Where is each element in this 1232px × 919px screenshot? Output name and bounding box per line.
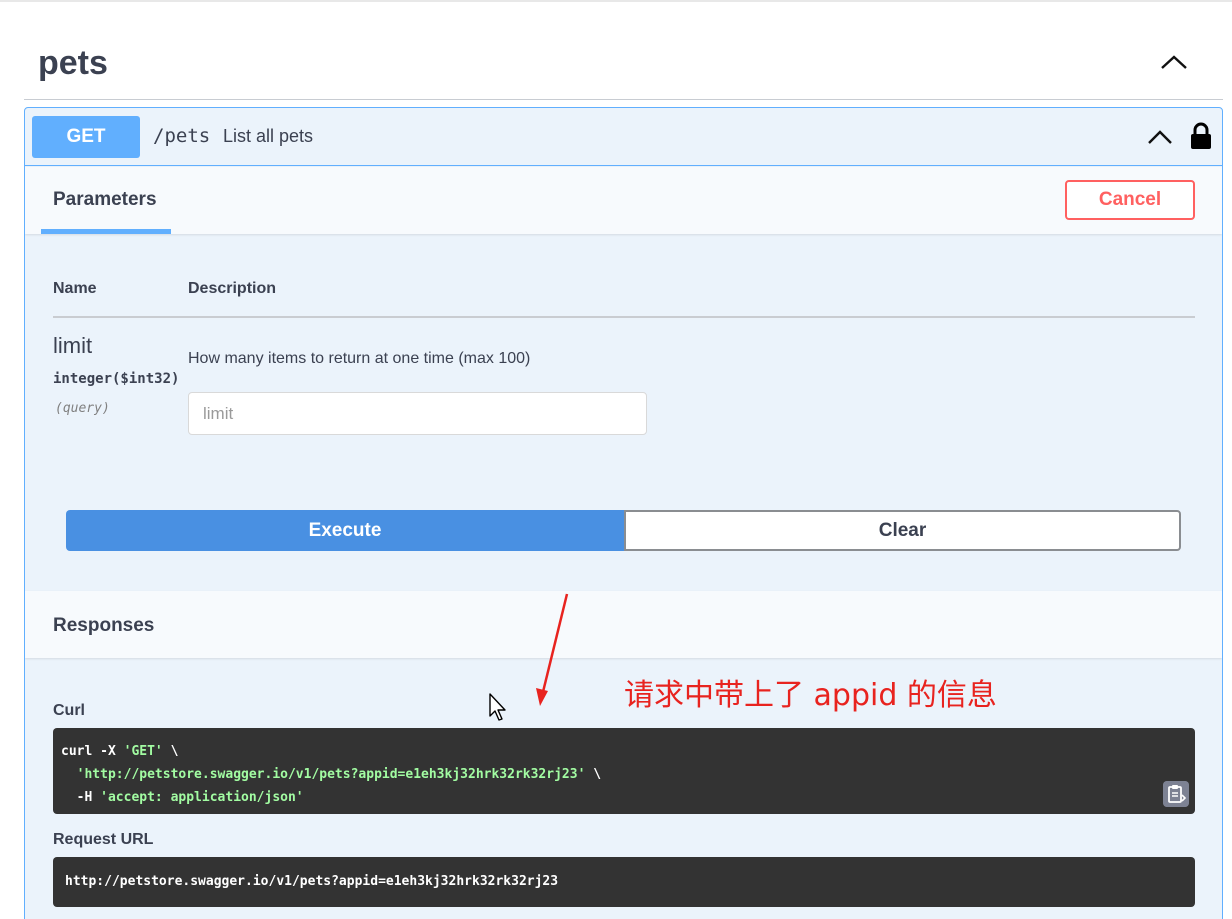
param-description: How many items to return at one time (ma…	[188, 350, 531, 367]
tab-active-indicator	[41, 229, 171, 234]
clipboard-copy-icon[interactable]	[1163, 781, 1189, 807]
method-badge: GET	[32, 116, 140, 158]
param-location: (query)	[55, 401, 110, 416]
curl-label: Curl	[53, 702, 85, 719]
curl-cmd: curl -X	[61, 744, 124, 759]
table-divider	[53, 316, 1195, 318]
curl-continuation: \	[585, 767, 602, 782]
tag-title: pets	[38, 44, 108, 82]
annotation-note: 请求中带上了 appid 的信息	[624, 678, 997, 713]
chevron-up-icon[interactable]	[1159, 52, 1189, 72]
curl-continuation: \	[162, 744, 179, 759]
operation-summary[interactable]: GET /pets List all pets	[25, 108, 1222, 166]
parameters-header: Parameters Cancel	[25, 167, 1222, 234]
execute-button[interactable]: Execute	[66, 510, 624, 551]
column-header-name: Name	[53, 280, 97, 297]
param-name: limit	[53, 333, 93, 358]
operation-block: GET /pets List all pets Parameters Cance…	[24, 107, 1223, 919]
curl-url-string: 'http://petstore.swagger.io/v1/pets?appi…	[76, 767, 586, 782]
responses-header: Responses	[25, 591, 1222, 658]
mouse-pointer-icon	[489, 693, 506, 721]
tab-parameters[interactable]: Parameters	[41, 167, 171, 234]
curl-indent	[61, 767, 77, 782]
request-url-block[interactable]: http://petstore.swagger.io/v1/pets?appid…	[53, 857, 1195, 907]
curl-line-2: 'http://petstore.swagger.io/v1/pets?appi…	[61, 763, 1187, 786]
lock-icon[interactable]	[1190, 122, 1212, 150]
operation-path: /pets	[153, 125, 211, 147]
curl-header-flag: -H	[61, 790, 101, 805]
curl-header-string: 'accept: application/json'	[100, 790, 304, 805]
top-divider	[0, 0, 1232, 2]
curl-line-3: -H 'accept: application/json'	[61, 786, 1187, 809]
limit-input[interactable]	[188, 392, 647, 435]
column-header-description: Description	[188, 280, 277, 297]
clear-button[interactable]: Clear	[624, 510, 1181, 551]
red-arrow-icon	[536, 593, 569, 706]
operation-summary-text: List all pets	[223, 126, 314, 146]
curl-line-1: curl -X 'GET' \	[61, 740, 1187, 763]
chevron-up-icon[interactable]	[1147, 128, 1173, 146]
param-type: integer($int32)	[53, 371, 180, 387]
curl-method-string: 'GET'	[123, 744, 163, 759]
tab-parameters-label: Parameters	[53, 189, 157, 210]
request-url-label: Request URL	[53, 831, 154, 848]
responses-title: Responses	[53, 615, 155, 636]
execute-button-group: Execute Clear	[66, 510, 1182, 551]
cancel-button[interactable]: Cancel	[1065, 180, 1195, 220]
curl-code-block[interactable]: curl -X 'GET' \ 'http://petstore.swagger…	[53, 728, 1195, 814]
tag-section-header[interactable]: pets	[24, 30, 1223, 100]
